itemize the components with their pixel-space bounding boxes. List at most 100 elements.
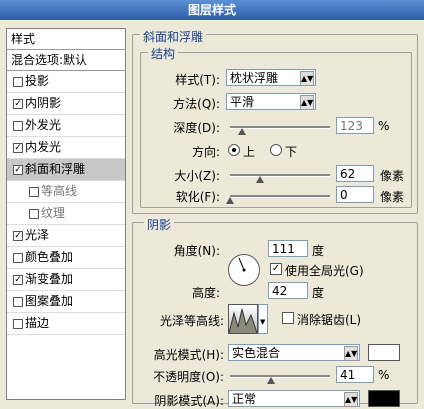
highlight-opacity-input[interactable]: 41	[336, 366, 374, 383]
shadow-mode-select[interactable]: 正常 ▲▼	[228, 390, 360, 407]
size-input[interactable]: 62	[336, 165, 374, 182]
sidebar-item-checkbox[interactable]: ✓	[13, 99, 23, 109]
sidebar-item[interactable]: ✓ 渐变叠加	[7, 269, 125, 291]
shadow-color-swatch[interactable]	[368, 390, 400, 407]
size-slider-thumb[interactable]	[256, 176, 264, 183]
soften-input[interactable]: 0	[336, 186, 374, 203]
altitude-label: 高度:	[191, 286, 220, 300]
settings-panel: 斜面和浮雕 结构 样式(T): 枕状浮雕 ▲▼ 方法(Q): 平滑 ▲▼ 深度(D)…	[132, 28, 418, 408]
chevron-down-icon: ▼	[260, 318, 266, 326]
global-light-label: 使用全局光(G)	[285, 264, 364, 278]
angle-input[interactable]: 111	[268, 240, 308, 257]
depth-input[interactable]: 123	[336, 117, 374, 134]
sidebar-item-label: 纹理	[41, 206, 66, 220]
sidebar-item-label: 图案叠加	[25, 294, 74, 308]
updown-arrow-icon: ▲▼	[300, 71, 314, 86]
sidebar-item[interactable]: ✓ 斜面和浮雕	[7, 159, 125, 181]
sidebar-item[interactable]: 纹理	[7, 203, 125, 225]
structure-title: 结构	[148, 45, 179, 62]
sidebar-item[interactable]: 颜色叠加	[7, 247, 125, 269]
direction-down-radio[interactable]	[270, 144, 282, 156]
direction-up-label: 上	[243, 145, 256, 159]
gloss-contour-dropdown[interactable]: ▼	[258, 304, 268, 334]
sidebar-item[interactable]: 描边	[7, 313, 125, 335]
sidebar-item-label: 颜色叠加	[25, 250, 74, 264]
sidebar-item-label: 光泽	[25, 228, 50, 242]
sidebar-item[interactable]: 等高线	[7, 181, 125, 203]
depth-unit: %	[378, 119, 390, 133]
sidebar-item-label: 投影	[25, 74, 50, 88]
style-list: 样式 混合选项:默认 投影 ✓ 内阴影 外发光 ✓ 内发光 ✓ 斜面和浮雕 等高线 纹理 ✓ 光泽 颜色…	[6, 28, 126, 400]
sidebar-item[interactable]: ✓ 内阴影	[7, 93, 125, 115]
updown-arrow-icon: ▲▼	[300, 95, 314, 110]
depth-label: 深度(D):	[173, 121, 220, 135]
sidebar-item-checkbox[interactable]	[13, 319, 23, 329]
antialias-label: 消除锯齿(L)	[297, 313, 362, 327]
sidebar-item-label: 渐变叠加	[25, 272, 74, 286]
sidebar-item-checkbox[interactable]	[13, 253, 23, 263]
bevel-section-title: 斜面和浮雕	[140, 28, 207, 45]
shadow-mode-label: 阴影模式(A):	[154, 394, 224, 408]
sidebar-item-label: 内阴影	[25, 96, 62, 110]
sidebar-item-label: 外发光	[25, 118, 62, 132]
highlight-mode-value: 实色混合	[232, 346, 281, 360]
sidebar-item-checkbox[interactable]	[29, 209, 39, 219]
sidebar-item-label: 斜面和浮雕	[25, 162, 86, 176]
gloss-contour-picker[interactable]	[228, 304, 258, 334]
updown-arrow-icon: ▲▼	[344, 346, 358, 361]
highlight-mode-label: 高光模式(H):	[153, 348, 224, 362]
soften-unit: 像素	[380, 190, 405, 204]
highlight-mode-select[interactable]: 实色混合 ▲▼	[228, 344, 360, 361]
depth-slider-thumb[interactable]	[238, 128, 246, 135]
angle-unit: 度	[312, 244, 325, 258]
updown-arrow-icon: ▲▼	[344, 392, 358, 407]
highlight-opacity-unit: %	[378, 368, 390, 382]
technique-select-value: 平滑	[230, 95, 255, 109]
highlight-opacity-slider-thumb[interactable]	[267, 377, 275, 384]
shading-section-title: 阴影	[144, 216, 175, 233]
highlight-opacity-slider-track[interactable]	[230, 375, 330, 378]
altitude-input[interactable]: 42	[268, 282, 308, 299]
sidebar-item-checkbox[interactable]	[13, 121, 23, 131]
direction-down-label: 下	[285, 145, 298, 159]
window-title: 图层样式	[0, 0, 424, 20]
technique-label: 方法(Q):	[173, 97, 220, 111]
highlight-opacity-label: 不透明度(O):	[153, 370, 224, 384]
sidebar-item-checkbox[interactable]: ✓	[13, 165, 23, 175]
technique-select[interactable]: 平滑 ▲▼	[226, 93, 316, 110]
sidebar-item[interactable]: 外发光	[7, 115, 125, 137]
angle-dial[interactable]	[228, 254, 260, 286]
style-select[interactable]: 枕状浮雕 ▲▼	[226, 69, 316, 86]
sidebar-item[interactable]: 图案叠加	[7, 291, 125, 313]
direction-up-radio[interactable]	[228, 144, 240, 156]
size-label: 大小(Z):	[174, 169, 220, 183]
sidebar-item-checkbox[interactable]: ✓	[13, 143, 23, 153]
styles-header[interactable]: 样式	[7, 29, 125, 50]
soften-slider-track[interactable]	[230, 195, 330, 198]
blend-options-item[interactable]: 混合选项:默认	[7, 50, 125, 71]
size-slider-track[interactable]	[230, 174, 330, 177]
soften-slider-thumb[interactable]	[226, 197, 234, 204]
shadow-mode-value: 正常	[232, 392, 257, 406]
sidebar-item-checkbox[interactable]: ✓	[13, 231, 23, 241]
sidebar-item[interactable]: ✓ 内发光	[7, 137, 125, 159]
soften-label: 软化(F):	[175, 190, 220, 204]
angle-pointer-icon	[238, 257, 246, 272]
sidebar-item-checkbox[interactable]	[13, 297, 23, 307]
style-select-value: 枕状浮雕	[230, 71, 279, 85]
sidebar-item[interactable]: 投影	[7, 71, 125, 93]
highlight-color-swatch[interactable]	[368, 344, 400, 361]
style-label: 样式(T):	[175, 73, 220, 87]
altitude-unit: 度	[312, 286, 325, 300]
sidebar-item-checkbox[interactable]	[29, 187, 39, 197]
contour-curve-icon	[228, 308, 258, 334]
sidebar-item-label: 描边	[25, 316, 50, 330]
direction-label: 方向:	[191, 145, 220, 159]
antialias-checkbox[interactable]	[282, 312, 294, 324]
gloss-contour-label: 光泽等高线:	[159, 314, 224, 328]
global-light-checkbox[interactable]: ✓	[270, 263, 282, 275]
angle-label: 角度(N):	[173, 244, 220, 258]
sidebar-item-checkbox[interactable]	[13, 77, 23, 87]
sidebar-item-checkbox[interactable]: ✓	[13, 275, 23, 285]
sidebar-item[interactable]: ✓ 光泽	[7, 225, 125, 247]
